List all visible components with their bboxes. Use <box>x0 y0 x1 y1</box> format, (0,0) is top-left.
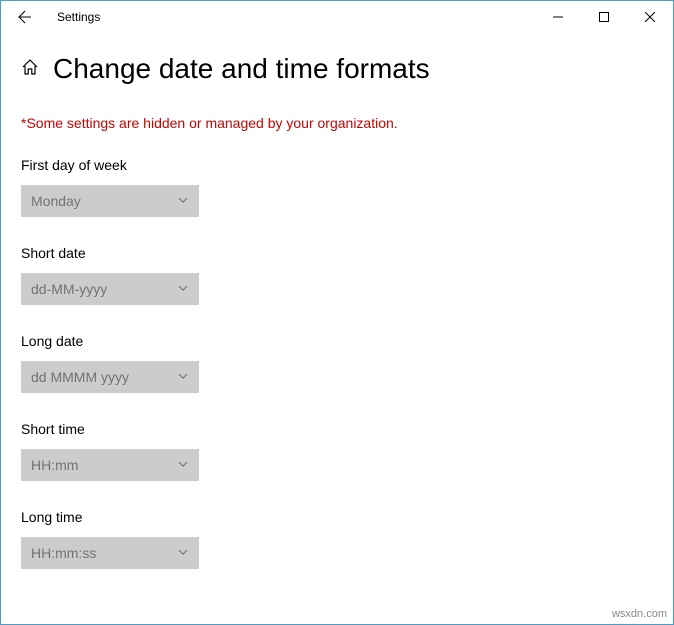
long-time-value: HH:mm:ss <box>31 545 96 561</box>
home-icon <box>21 58 39 76</box>
minimize-button[interactable] <box>535 1 581 33</box>
window-title: Settings <box>57 10 100 24</box>
home-button[interactable] <box>21 58 39 81</box>
maximize-button[interactable] <box>581 1 627 33</box>
short-time-value: HH:mm <box>31 457 78 473</box>
short-date-value: dd-MM-yyyy <box>31 281 107 297</box>
long-time-dropdown[interactable]: HH:mm:ss <box>21 537 199 569</box>
long-time-label: Long time <box>21 509 653 525</box>
long-date-value: dd MMMM yyyy <box>31 369 129 385</box>
first-day-of-week-dropdown[interactable]: Monday <box>21 185 199 217</box>
content-area: Change date and time formats *Some setti… <box>1 33 673 569</box>
watermark: wsxdn.com <box>612 608 667 620</box>
long-date-dropdown[interactable]: dd MMMM yyyy <box>21 361 199 393</box>
window-controls <box>535 1 673 33</box>
minimize-icon <box>553 12 563 22</box>
first-day-of-week-value: Monday <box>31 193 81 209</box>
short-date-label: Short date <box>21 245 653 261</box>
titlebar: Settings <box>1 1 673 33</box>
org-warning: *Some settings are hidden or managed by … <box>21 115 653 131</box>
arrow-left-icon <box>17 9 33 25</box>
short-date-dropdown[interactable]: dd-MM-yyyy <box>21 273 199 305</box>
chevron-down-icon <box>177 281 189 297</box>
page-title: Change date and time formats <box>53 53 430 85</box>
close-button[interactable] <box>627 1 673 33</box>
close-icon <box>645 12 655 22</box>
first-day-of-week-label: First day of week <box>21 157 653 173</box>
chevron-down-icon <box>177 369 189 385</box>
maximize-icon <box>599 12 609 22</box>
chevron-down-icon <box>177 457 189 473</box>
long-date-label: Long date <box>21 333 653 349</box>
chevron-down-icon <box>177 545 189 561</box>
short-time-dropdown[interactable]: HH:mm <box>21 449 199 481</box>
chevron-down-icon <box>177 193 189 209</box>
back-button[interactable] <box>9 1 41 33</box>
heading-row: Change date and time formats <box>21 53 653 85</box>
short-time-label: Short time <box>21 421 653 437</box>
